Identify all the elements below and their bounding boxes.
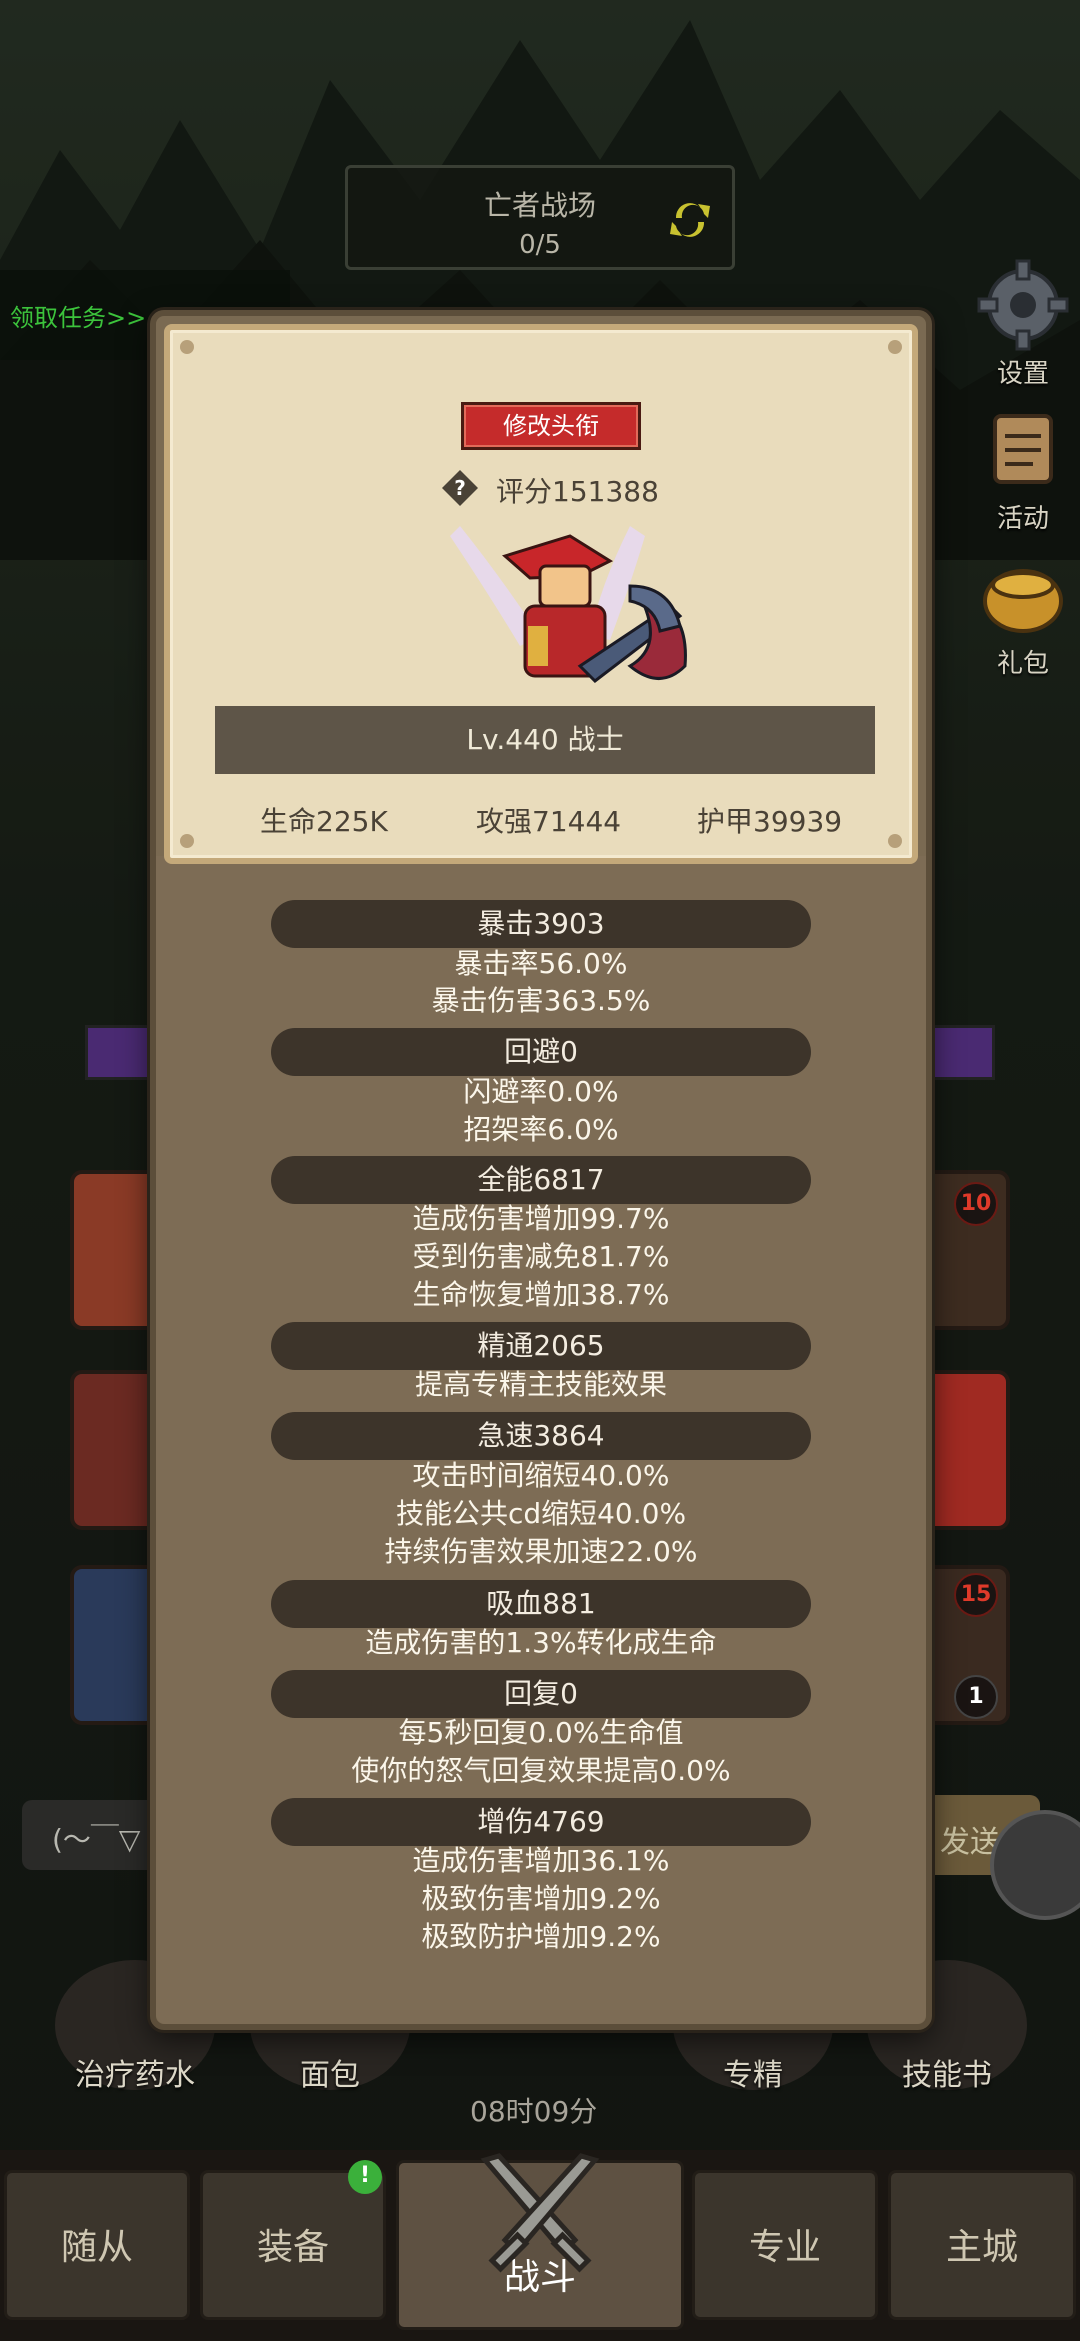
section-versatility: 全能6817	[271, 1156, 811, 1204]
stat-attack: 攻强71444	[476, 805, 622, 838]
section-line: 暴击率56.0%	[454, 947, 628, 980]
card-corner	[180, 340, 194, 354]
section-line: 提高专精主技能效果	[414, 1368, 667, 1401]
stat-hp: 生命225K	[260, 805, 388, 838]
dungeon-banner[interactable]: 亡者战场 0/5	[345, 165, 735, 270]
gift-label: 礼包	[996, 649, 1049, 679]
character-stats-panel: 修改头衔 ? 评分151388 Lv.440 战士 生命225K 攻强71444…	[150, 310, 932, 2030]
equipment-slot[interactable]	[70, 1170, 160, 1330]
section-mastery: 精通2065	[271, 1322, 811, 1370]
item-label: 治疗药水	[75, 2058, 195, 2093]
events-label: 活动	[996, 504, 1049, 534]
equipment-slot[interactable]	[920, 1370, 1010, 1530]
section-line: 造成伤害的1.3%转化成生命	[365, 1626, 717, 1659]
section-line: 攻击时间缩短40.0%	[412, 1459, 670, 1492]
refresh-icon[interactable]	[662, 192, 718, 248]
section-line: 造成伤害增加99.7%	[412, 1202, 670, 1235]
character-card: 修改头衔 ? 评分151388 Lv.440 战士 生命225K 攻强71444…	[164, 324, 918, 864]
notification-badge: !	[348, 2160, 382, 2194]
claim-task-label: 领取任务>>	[10, 304, 147, 332]
scroll-icon	[993, 414, 1053, 484]
section-haste: 急速3864	[271, 1412, 811, 1460]
card-corner	[888, 834, 902, 848]
edit-title-button[interactable]: 修改头衔	[461, 402, 641, 450]
equipment-slot[interactable]: 15 1	[920, 1565, 1010, 1725]
section-lifesteal: 吸血881	[271, 1580, 811, 1628]
score-value: 评分151388	[496, 475, 659, 508]
section-line: 使你的怒气回复效果提高0.0%	[351, 1754, 731, 1787]
slot-count-badge: 1	[954, 1675, 998, 1719]
help-icon[interactable]: ?	[440, 468, 480, 508]
events-button[interactable]: 活动	[968, 400, 1078, 535]
section-line: 每5秒回复0.0%生命值	[398, 1716, 684, 1749]
section-line: 暴击伤害363.5%	[431, 984, 651, 1017]
section-crit: 暴击3903	[271, 900, 811, 948]
slot-count-badge: 15	[954, 1573, 998, 1617]
section-line: 招架率6.0%	[463, 1113, 619, 1146]
section-line: 生命恢复增加38.7%	[412, 1278, 670, 1311]
settings-label: 设置	[996, 359, 1049, 389]
level-class-bar: Lv.440 战士	[215, 706, 875, 774]
card-corner	[888, 340, 902, 354]
nav-tab-profession[interactable]: 专业	[692, 2170, 878, 2320]
section-damage-boost: 增伤4769	[271, 1798, 811, 1846]
item-label: 专精	[723, 2058, 783, 2093]
section-avoidance: 回避0	[271, 1028, 811, 1076]
section-line: 持续伤害效果加速22.0%	[384, 1535, 698, 1568]
settings-button[interactable]: 设置	[968, 255, 1078, 390]
section-line: 极致伤害增加9.2%	[421, 1882, 661, 1915]
section-line: 极致防护增加9.2%	[421, 1920, 661, 1953]
section-line: 技能公共cd缩短40.0%	[395, 1497, 687, 1530]
progress-bar-right	[925, 1025, 995, 1080]
gear-icon	[977, 259, 1069, 351]
section-regen: 回复0	[271, 1670, 811, 1718]
card-corner	[180, 834, 194, 848]
equipment-slot[interactable]: 10	[920, 1170, 1010, 1330]
item-label: 面包	[300, 2058, 360, 2093]
section-line: 受到伤害减免81.7%	[412, 1240, 670, 1273]
stat-armor: 护甲39939	[697, 805, 843, 838]
item-label: 技能书	[902, 2058, 992, 2093]
equipment-slot[interactable]	[70, 1370, 160, 1530]
progress-bar-left	[85, 1025, 155, 1080]
nav-tab-followers[interactable]: 随从	[4, 2170, 190, 2320]
hero-portrait	[450, 526, 687, 683]
gift-pot-icon	[983, 569, 1063, 633]
nav-tab-main-city[interactable]: 主城	[888, 2170, 1076, 2320]
battle-timer: 08时09分	[470, 2095, 598, 2128]
gift-button[interactable]: 礼包	[968, 545, 1078, 680]
equipment-slot[interactable]	[70, 1565, 160, 1725]
section-line: 闪避率0.0%	[463, 1075, 619, 1108]
svg-text:?: ?	[454, 476, 466, 500]
section-line: 造成伤害增加36.1%	[412, 1844, 670, 1877]
crossed-swords-icon	[480, 2153, 600, 2273]
slot-count-badge: 10	[954, 1182, 998, 1226]
